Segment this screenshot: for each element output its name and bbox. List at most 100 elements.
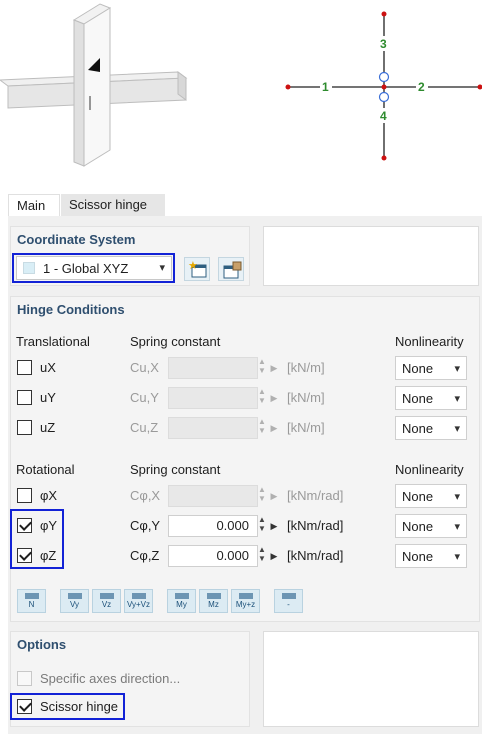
cphix-spinner[interactable]: ▲ ▼	[256, 485, 268, 507]
axis-label-1: 1	[322, 80, 329, 94]
svg-text:★: ★	[188, 260, 198, 272]
preset-myz-label: My+z	[235, 600, 256, 609]
cphiy-spinner[interactable]: ▲ ▼	[256, 515, 268, 537]
endpoint-right	[477, 84, 482, 90]
ux-checkbox[interactable]	[17, 360, 32, 375]
uy-checkbox[interactable]	[17, 390, 32, 405]
translational-nonlinearity-heading: Nonlinearity	[395, 334, 464, 349]
preset-myz-button[interactable]: My+z	[231, 589, 260, 613]
phiy-nonlinearity-value: None	[402, 519, 434, 534]
preset-my-label: My	[176, 600, 187, 609]
hinge-preview: 1 2 3 4	[0, 0, 482, 190]
cphiz-more-button[interactable]: ▶	[269, 545, 279, 567]
cuy-spinner[interactable]: ▲ ▼	[256, 387, 268, 409]
uz-label: uZ	[40, 420, 56, 435]
hinge-3d-sketch	[0, 3, 482, 167]
options-info	[263, 631, 479, 727]
endpoint-left	[285, 84, 291, 90]
ux-nonlinearity-value: None	[402, 361, 434, 376]
cux-more-button[interactable]: ▶	[269, 357, 279, 379]
edit-coordinate-system-icon	[223, 261, 242, 279]
cphiy-input[interactable]: 0.000	[168, 515, 258, 537]
preset-none-label: -	[287, 600, 290, 609]
chevron-down-icon: ▾	[454, 393, 460, 405]
tab-scissor-hinge[interactable]: Scissor hinge	[61, 194, 165, 216]
cuy-more-button[interactable]: ▶	[269, 387, 279, 409]
cuz-spinner[interactable]: ▲ ▼	[256, 417, 268, 439]
uy-label: uY	[40, 390, 56, 405]
cphix-symbol: Cφ,X	[130, 488, 161, 503]
phix-checkbox[interactable]	[17, 488, 32, 503]
preset-mz-label: Mz	[208, 600, 219, 609]
preset-vz-label: Vz	[101, 600, 112, 609]
new-coordinate-system-button[interactable]: ★	[184, 257, 210, 281]
cux-spinner[interactable]: ▲ ▼	[256, 357, 268, 379]
phiz-nonlinearity-value: None	[402, 549, 434, 564]
axis-label-2: 2	[418, 80, 425, 94]
preset-vy-button[interactable]: Vy	[60, 589, 89, 613]
phiz-nonlinearity-select[interactable]: None ▾	[395, 544, 467, 568]
cphix-input[interactable]	[168, 485, 258, 507]
specific-axes-checkbox[interactable]	[17, 671, 32, 686]
phix-nonlinearity-value: None	[402, 489, 434, 504]
preset-n-label: N	[28, 600, 35, 609]
cphix-unit: [kNm/rad]	[287, 488, 344, 503]
uy-nonlinearity-select[interactable]: None ▾	[395, 386, 467, 410]
chevron-down-icon: ▾	[454, 491, 460, 503]
chevron-down-icon: ▾	[454, 423, 460, 435]
endpoint-top	[381, 11, 387, 17]
cux-unit: [kN/m]	[287, 360, 325, 375]
edit-coordinate-system-button[interactable]	[218, 257, 244, 281]
cphiy-unit: [kNm/rad]	[287, 518, 344, 533]
translational-spring-heading: Spring constant	[130, 334, 221, 349]
cphiz-unit: [kNm/rad]	[287, 548, 344, 563]
new-coordinate-system-icon: ★	[188, 260, 207, 278]
preset-vz-button[interactable]: Vz	[92, 589, 121, 613]
cuy-symbol: Cu,Y	[130, 390, 159, 405]
rotational-nonlinearity-heading: Nonlinearity	[395, 462, 464, 477]
cphiy-more-button[interactable]: ▶	[269, 515, 279, 537]
options-title: Options	[17, 637, 67, 652]
cuy-unit: [kN/m]	[287, 390, 325, 405]
preset-vy-label: Vy	[69, 600, 80, 609]
axis-label-3: 3	[380, 37, 387, 51]
cuz-input[interactable]	[168, 417, 258, 439]
uz-nonlinearity-select[interactable]: None ▾	[395, 416, 467, 440]
preset-vyvz-label: Vy+Vz	[126, 600, 151, 609]
specific-axes-label: Specific axes direction...	[40, 671, 181, 686]
preset-n-button[interactable]: N	[17, 589, 46, 613]
ux-nonlinearity-select[interactable]: None ▾	[395, 356, 467, 380]
preset-vyvz-button[interactable]: Vy+Vz	[124, 589, 153, 613]
scissor-hinge-highlight	[10, 693, 125, 720]
endpoint-bottom	[381, 155, 387, 161]
chevron-down-icon: ▾	[454, 363, 460, 375]
cuz-more-button[interactable]: ▶	[269, 417, 279, 439]
phix-nonlinearity-select[interactable]: None ▾	[395, 484, 467, 508]
translational-heading: Translational	[16, 334, 90, 349]
phiy-nonlinearity-select[interactable]: None ▾	[395, 514, 467, 538]
cphiz-symbol: Cφ,Z	[130, 548, 160, 563]
cphiy-symbol: Cφ,Y	[130, 518, 161, 533]
chevron-down-icon: ▾	[454, 521, 460, 533]
node-circle-upper	[378, 71, 390, 83]
endpoint-center	[381, 84, 387, 90]
cuy-input[interactable]	[168, 387, 258, 409]
coordinate-system-title: Coordinate System	[17, 232, 136, 247]
preset-none-button[interactable]: -	[274, 589, 303, 613]
cuz-symbol: Cu,Z	[130, 420, 159, 435]
cphiz-spinner[interactable]: ▲ ▼	[256, 545, 268, 567]
preset-mz-button[interactable]: Mz	[199, 589, 228, 613]
uz-checkbox[interactable]	[17, 420, 32, 435]
cux-symbol: Cu,X	[130, 360, 159, 375]
cphix-more-button[interactable]: ▶	[269, 485, 279, 507]
cuz-unit: [kN/m]	[287, 420, 325, 435]
tab-main[interactable]: Main	[8, 194, 60, 216]
node-circle-lower	[378, 91, 390, 103]
cphiz-input[interactable]: 0.000	[168, 545, 258, 567]
axis-label-4: 4	[380, 109, 387, 123]
cux-input[interactable]	[168, 357, 258, 379]
preset-my-button[interactable]: My	[167, 589, 196, 613]
phix-label: φX	[40, 488, 58, 503]
hinge-conditions-title: Hinge Conditions	[17, 302, 125, 317]
coordinate-system-highlight	[12, 253, 175, 283]
